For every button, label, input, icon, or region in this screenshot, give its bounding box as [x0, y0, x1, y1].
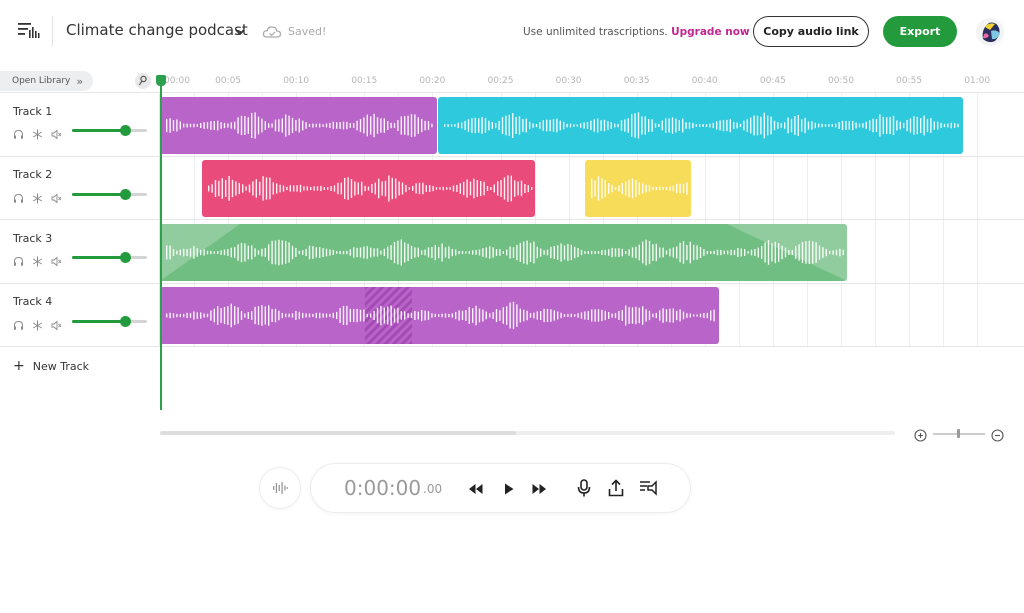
volume-slider-handle[interactable]	[120, 189, 131, 200]
snowflake-icon[interactable]	[32, 189, 43, 204]
chevron-down-icon[interactable]	[233, 24, 247, 38]
track-name[interactable]: Track 3	[13, 232, 52, 245]
headphones-icon[interactable]	[13, 189, 24, 203]
speaker-mute-icon[interactable]	[51, 316, 62, 331]
waveform-graphic	[208, 175, 533, 202]
time-display: 0:00:00	[344, 476, 422, 500]
row-divider	[0, 346, 1024, 347]
zoom-in-icon[interactable]	[914, 427, 927, 442]
new-track-button[interactable]: + New Track	[13, 358, 89, 374]
waveform-menu-icon[interactable]	[16, 20, 40, 42]
audio-clip[interactable]	[202, 160, 535, 217]
plus-icon: +	[13, 358, 25, 374]
track-name[interactable]: Track 2	[13, 168, 52, 181]
waveform-graphic	[166, 112, 433, 139]
timeline-tick-label: 00:40	[691, 76, 718, 86]
cloud-icon	[262, 24, 282, 40]
waveform-graphic	[166, 287, 715, 344]
speaker-mute-icon[interactable]	[51, 125, 62, 140]
volume-slider-fill	[72, 193, 125, 196]
speaker-mute-icon[interactable]	[51, 252, 62, 267]
scrollbar-thumb[interactable]	[160, 431, 516, 435]
timeline-tick-label: 00:55	[896, 76, 923, 86]
pin-icon[interactable]	[135, 73, 151, 89]
snowflake-icon[interactable]	[32, 252, 43, 267]
open-library-button[interactable]: Open Library »	[0, 71, 93, 91]
transcript-icon[interactable]	[638, 478, 658, 498]
audio-clip[interactable]	[585, 160, 691, 217]
audio-clip[interactable]	[160, 97, 437, 154]
new-track-label: New Track	[32, 360, 90, 373]
timeline-tick-label: 00:35	[623, 76, 650, 86]
microphone-icon[interactable]	[574, 478, 594, 498]
volume-slider-fill	[72, 320, 125, 323]
fast-forward-icon[interactable]	[529, 479, 549, 499]
timeline-tick-label: 00:25	[487, 76, 514, 86]
upgrade-prompt-text: Use unlimited trascriptions.	[523, 26, 668, 38]
audio-clip[interactable]	[160, 224, 847, 281]
volume-slider-handle[interactable]	[120, 125, 131, 136]
waveform-graphic	[444, 112, 959, 139]
open-library-label: Open Library	[12, 76, 71, 86]
timeline-tick-label: 00:15	[351, 76, 378, 86]
row-divider	[0, 92, 1024, 93]
timeline-tick-label: 00:05	[215, 76, 242, 86]
audio-clip[interactable]	[160, 287, 719, 344]
row-divider	[0, 219, 1024, 220]
speaker-mute-icon[interactable]	[51, 189, 62, 204]
timeline-tick-label: 00:20	[419, 76, 446, 86]
timeline-tick-label: 01:00	[964, 76, 991, 86]
upgrade-prompt: Use unlimited trascriptions. Upgrade now	[523, 26, 750, 38]
waveform-graphic	[160, 224, 847, 281]
snowflake-icon[interactable]	[32, 316, 43, 331]
track-name[interactable]: Track 1	[13, 105, 52, 118]
headphones-icon[interactable]	[13, 252, 24, 266]
volume-slider-handle[interactable]	[120, 252, 131, 263]
upgrade-now-link[interactable]: Upgrade now	[671, 26, 750, 38]
playhead[interactable]	[160, 82, 162, 410]
row-divider	[0, 283, 1024, 284]
row-divider	[0, 156, 1024, 157]
waveform-button[interactable]	[260, 468, 300, 508]
project-title[interactable]: Climate change podcast	[66, 21, 248, 39]
play-icon[interactable]	[499, 479, 519, 499]
timeline-tick-label: 00:45	[759, 76, 786, 86]
zoom-slider-handle[interactable]	[957, 429, 960, 438]
copy-audio-link-button[interactable]: Copy audio link	[753, 16, 869, 47]
timeline-tick-label: 00:50	[828, 76, 854, 86]
snowflake-icon[interactable]	[32, 125, 43, 140]
save-status: Saved!	[288, 25, 327, 38]
timeline-tick-label: 00:00	[164, 76, 190, 86]
timeline-tick-label: 00:30	[555, 76, 582, 86]
double-chevron-right-icon: »	[76, 74, 84, 88]
zoom-out-icon[interactable]	[991, 427, 1004, 442]
timeline-tick-label: 00:10	[283, 76, 310, 86]
volume-slider-fill	[72, 129, 125, 132]
volume-slider-handle[interactable]	[120, 316, 131, 327]
volume-slider-fill	[72, 256, 125, 259]
rewind-icon[interactable]	[466, 479, 486, 499]
headphones-icon[interactable]	[13, 125, 24, 139]
track-name[interactable]: Track 4	[13, 295, 52, 308]
audio-clip[interactable]	[438, 97, 963, 154]
export-button[interactable]: Export	[883, 16, 957, 47]
waveform-graphic	[591, 176, 688, 201]
avatar[interactable]	[975, 17, 1005, 47]
headphones-icon[interactable]	[13, 316, 24, 330]
header-divider	[52, 16, 53, 46]
playhead-handle[interactable]	[156, 75, 166, 86]
time-display-fraction: .00	[423, 482, 443, 496]
upload-icon[interactable]	[606, 478, 626, 498]
waveform-icon	[273, 482, 288, 494]
